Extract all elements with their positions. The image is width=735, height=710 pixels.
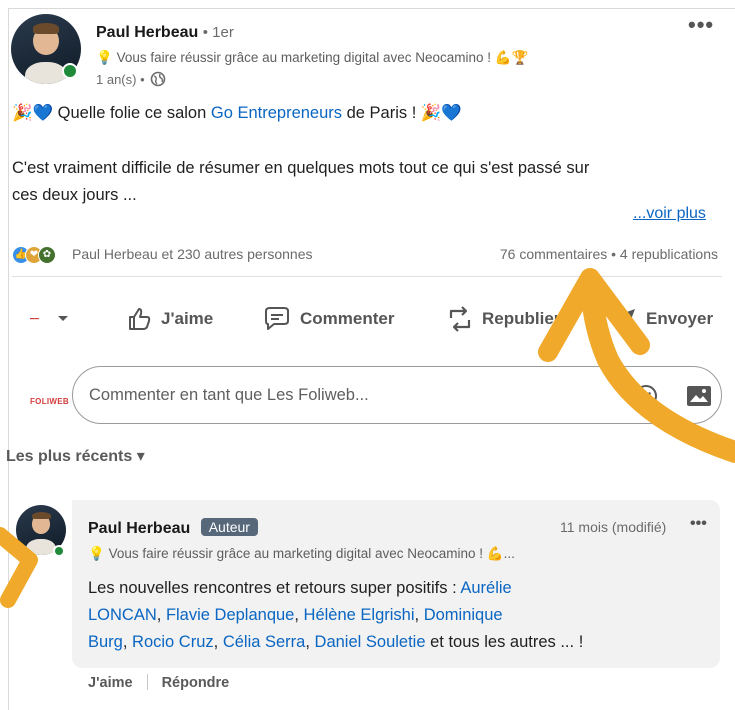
sort-comments-selector[interactable]: Les plus récents ▾ <box>6 446 145 466</box>
comment-text-suffix: et tous les autres ... ! <box>425 633 584 651</box>
repost-label: Republier <box>482 309 561 328</box>
mention-rocio-cruz[interactable]: Rocio Cruz <box>132 633 214 651</box>
post-time: 1 an(s) • <box>96 71 145 87</box>
lightbulb-icon: 💡 <box>88 546 105 561</box>
comment-input[interactable] <box>89 381 609 409</box>
comment-author-name[interactable]: Paul Herbeau <box>88 520 190 537</box>
mention-aurelie-loncan-2[interactable]: LONCAN <box>88 606 157 624</box>
post-text-suffix: de Paris ! 🎉💙 <box>342 104 462 122</box>
comment-label: Commenter <box>300 309 395 328</box>
comment-author-headline: 💡 Vous faire réussir grâce au marketing … <box>88 546 515 562</box>
see-more-link[interactable]: ...voir plus <box>633 205 706 223</box>
comment-reply-button[interactable]: Répondre <box>162 675 230 691</box>
divider <box>12 276 722 277</box>
author-badge: Auteur <box>200 518 258 536</box>
author-headline: 💡 Vous faire réussir grâce au marketing … <box>96 50 528 66</box>
emoji-icon[interactable] <box>633 383 659 409</box>
separator <box>146 674 148 690</box>
lightbulb-icon: 💡 <box>96 50 113 65</box>
mention-dominique-burg[interactable]: Dominique <box>424 606 503 624</box>
mention-aurelie-loncan[interactable]: Aurélie <box>460 579 511 597</box>
go-entrepreneurs-link[interactable]: Go Entrepreneurs <box>211 104 342 122</box>
repost-button[interactable]: Republier <box>446 303 560 335</box>
commenter-logo[interactable]: FOLIWEB <box>30 397 69 406</box>
reactions-count[interactable]: Paul Herbeau et 230 autres personnes <box>72 246 313 262</box>
mention-flavie-deplanque[interactable]: Flavie Deplanque <box>166 606 294 624</box>
send-button[interactable]: Envoyer <box>610 303 713 335</box>
comment-author-line: Paul Herbeau Auteur <box>88 518 258 538</box>
send-icon <box>613 309 635 330</box>
comment-button[interactable]: Commenter <box>262 303 394 335</box>
comment-time: 11 mois (modifié) <box>560 519 667 535</box>
mention-helene-elgrishi[interactable]: Hélène Elgrishi <box>304 606 415 624</box>
post-text-line-2: C'est vraiment difficile de résumer en q… <box>12 159 590 177</box>
comment-text-prefix: Les nouvelles rencontres et retours supe… <box>88 579 461 597</box>
like-button[interactable]: J'aime <box>125 303 213 335</box>
mention-dominique-burg-2[interactable]: Burg <box>88 633 123 651</box>
comment-actions: J'aime Répondre <box>88 674 229 691</box>
thumbs-up-icon <box>129 308 151 330</box>
online-status-icon <box>62 63 78 79</box>
comments-reposts-count[interactable]: 76 commentaires • 4 republications <box>500 246 718 262</box>
image-icon[interactable] <box>685 384 713 408</box>
comment-like-button[interactable]: J'aime <box>88 675 133 691</box>
comment-icon <box>265 307 289 330</box>
send-label: Envoyer <box>646 309 714 328</box>
globe-icon <box>150 71 165 87</box>
social-counts-bar: 👍 ❤ ✿ Paul Herbeau et 230 autres personn… <box>12 244 722 266</box>
reaction-icons[interactable]: 👍 ❤ ✿ <box>12 246 68 264</box>
foliweb-logo: ━━ <box>30 316 40 323</box>
commenter-online-status-icon <box>53 545 65 557</box>
repost-icon <box>449 306 471 332</box>
post-meta: 1 an(s) • <box>96 71 166 87</box>
comment-headline-text: Vous faire réussir grâce au marketing di… <box>108 546 515 561</box>
comment-bubble: Paul Herbeau Auteur 11 mois (modifié) ••… <box>72 500 720 668</box>
comment-text-line-3: Burg, Rocio Cruz, Célia Serra, Daniel So… <box>88 633 584 651</box>
comment-composer[interactable] <box>72 366 722 424</box>
comment-text-line-2: LONCAN, Flavie Deplanque, Hélène Elgrish… <box>88 606 503 624</box>
connection-degree: • 1er <box>202 24 234 41</box>
author-name-line[interactable]: Paul Herbeau • 1er <box>96 24 234 42</box>
chevron-down-icon <box>58 316 69 321</box>
post-text-line-3: ces deux jours ... <box>12 186 137 204</box>
author-headline-text: Vous faire réussir grâce au marketing di… <box>116 50 529 65</box>
mention-celia-serra[interactable]: Célia Serra <box>223 633 306 651</box>
reaction-as-selector[interactable]: ━━ <box>30 303 77 335</box>
celebrate-reaction-icon: ✿ <box>38 246 56 264</box>
like-label: J'aime <box>161 309 214 328</box>
post-more-options-icon[interactable]: ••• <box>688 12 714 38</box>
post-text-line-1: 🎉💙 Quelle folie ce salon Go Entrepreneur… <box>12 104 462 123</box>
post-text-prefix: 🎉💙 Quelle folie ce salon <box>12 104 211 122</box>
mention-daniel-souletie[interactable]: Daniel Souletie <box>315 633 426 651</box>
comment-more-options-icon[interactable]: ••• <box>690 515 707 533</box>
author-name[interactable]: Paul Herbeau <box>96 24 198 41</box>
comment-text-line-1: Les nouvelles rencontres et retours supe… <box>88 579 512 598</box>
